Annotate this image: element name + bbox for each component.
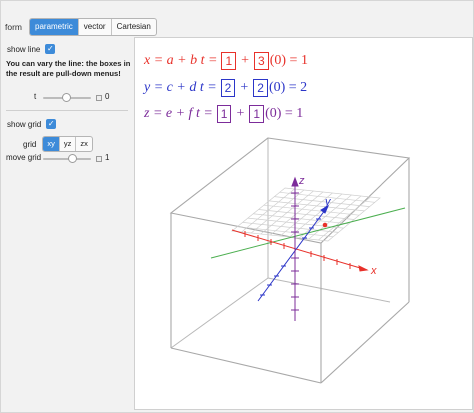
line-point-marker [322,222,328,228]
box-back-edges [170,138,391,349]
form-selector: parametric vector Cartesian [29,18,157,36]
form-option-cartesian[interactable]: Cartesian [112,19,156,35]
x-axis [231,229,369,272]
form-row: form parametric vector Cartesian [5,18,157,36]
show-line-row: show line ✓ [7,44,56,54]
t-slider-value: 0 [105,92,110,101]
instruction-note: You can vary the line: the boxes in the … [6,59,131,78]
3d-scene[interactable]: x y z [135,38,472,409]
grid-option-xy[interactable]: xy [43,137,60,151]
t-slider-label: t [34,92,37,101]
grid-option-yz[interactable]: yz [60,137,77,151]
show-grid-label: show grid [7,119,42,129]
move-grid-track[interactable] [43,158,91,160]
show-line-label: show line [7,44,41,54]
separator [6,110,128,111]
x-axis-label: x [370,265,377,277]
t-slider-expand-icon[interactable] [96,95,102,101]
box-front-edges [169,137,411,384]
move-grid-knob[interactable] [68,154,77,163]
grid-label: grid [23,139,37,149]
form-label: form [5,22,22,32]
show-line-checkbox[interactable]: ✓ [45,44,56,54]
grid-row: grid xy yz zx [23,136,93,152]
show-grid-checkbox[interactable]: ✓ [46,119,57,129]
form-option-vector[interactable]: vector [79,19,112,35]
form-option-parametric[interactable]: parametric [30,19,79,35]
controls-panel: show line ✓ You can vary the line: the b… [1,37,133,413]
z-axis-label: z [298,175,305,187]
t-slider-knob[interactable] [62,93,71,102]
move-grid-label: move grid [6,153,42,162]
move-grid-expand-icon[interactable] [96,156,102,162]
plot-area: x = a + b t = 1 + 3 (0) = 1 y = c + d t … [134,37,473,410]
grid-option-zx[interactable]: zx [76,137,92,151]
app-window: form parametric vector Cartesian show li… [0,0,474,413]
grid-selector: xy yz zx [42,136,93,152]
show-grid-row: show grid ✓ [7,119,57,129]
move-grid-value: 1 [105,153,110,162]
